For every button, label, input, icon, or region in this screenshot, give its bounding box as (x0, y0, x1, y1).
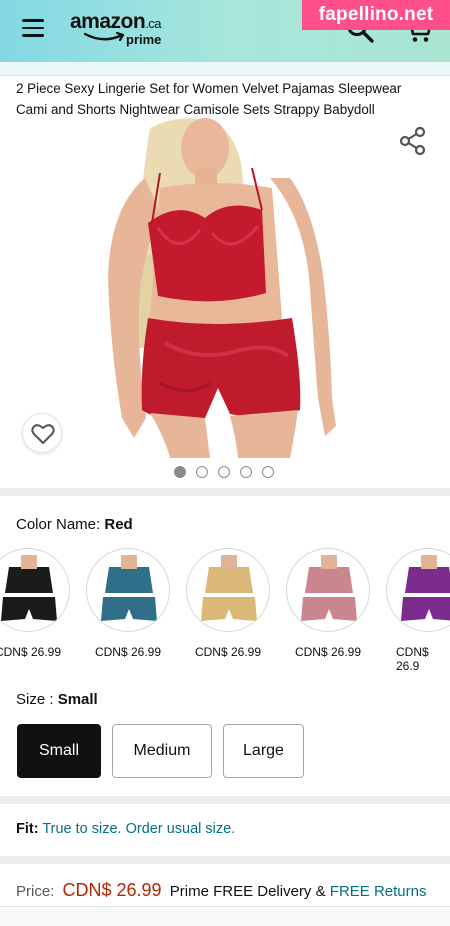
section-divider (0, 856, 450, 864)
fit-text-link[interactable]: True to size. Order usual size. (42, 821, 235, 837)
image-carousel-dots (174, 466, 284, 480)
section-divider (0, 796, 450, 804)
hamburger-menu-icon[interactable] (22, 19, 44, 37)
color-swatch[interactable] (186, 548, 270, 632)
heart-icon (31, 424, 55, 444)
swatch-price: CDN$ 26.99 (0, 645, 62, 659)
carousel-dot[interactable] (174, 466, 186, 478)
swatch-price: CDN$ 26.99 (294, 645, 362, 659)
carousel-dot[interactable] (218, 466, 230, 478)
free-returns-link[interactable]: FREE Returns (330, 883, 427, 900)
section-divider (0, 488, 450, 496)
price-label: Price: (16, 883, 55, 900)
wishlist-heart-button[interactable] (22, 413, 62, 453)
bottom-strip (0, 906, 450, 926)
color-swatch[interactable] (286, 548, 370, 632)
size-option-small[interactable]: Small (17, 724, 101, 778)
color-swatch[interactable] (386, 548, 450, 632)
price-value: CDN$ 26.99 (62, 880, 162, 900)
logo-wordmark: amazon.ca (70, 10, 162, 33)
size-option-large[interactable]: Large (223, 724, 304, 778)
logo-smile-icon (84, 32, 125, 42)
watermark-text: fapellino.net (302, 0, 450, 30)
header-divider (0, 62, 450, 76)
color-swatch[interactable] (86, 548, 170, 632)
carousel-dot[interactable] (240, 466, 252, 478)
price-row: Price: CDN$ 26.99 Prime FREE Delivery & … (16, 880, 426, 901)
color-name-label: Color Name: Red (16, 516, 133, 533)
share-icon[interactable] (398, 126, 428, 156)
product-title: 2 Piece Sexy Lingerie Set for Women Velv… (16, 81, 402, 117)
carousel-dot[interactable] (262, 466, 274, 478)
swatch-price: CDN$ 26.99 (94, 645, 162, 659)
size-label: Size : Small (16, 691, 98, 708)
swatch-price: CDN$ 26.9 (396, 645, 429, 673)
size-option-medium[interactable]: Medium (112, 724, 212, 778)
carousel-dot[interactable] (196, 466, 208, 478)
color-swatch[interactable] (0, 548, 70, 632)
product-image[interactable] (0, 118, 450, 458)
delivery-text: Prime FREE Delivery & (169, 883, 326, 900)
amazon-prime-logo[interactable]: amazon.ca prime (70, 10, 180, 50)
swatch-price: CDN$ 26.99 (194, 645, 262, 659)
logo-prime-text: prime (126, 32, 162, 47)
fit-info: Fit: True to size. Order usual size. (16, 821, 236, 837)
